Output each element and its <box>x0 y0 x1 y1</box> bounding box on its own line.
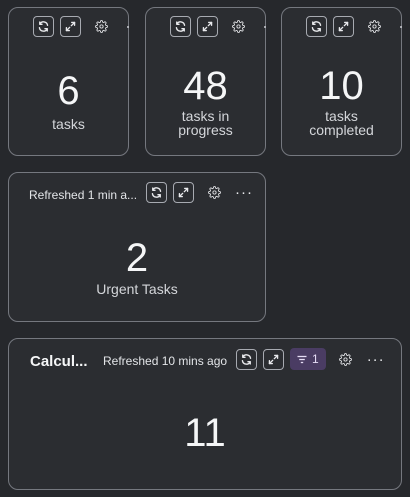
refresh-button[interactable] <box>236 348 257 370</box>
card-toolbar: ··· <box>146 182 254 203</box>
gear-icon <box>207 186 221 199</box>
refresh-status: Refreshed 10 mins ago <box>103 354 228 368</box>
expand-icon <box>202 21 213 32</box>
metric-value: 48 <box>183 64 228 108</box>
card-toolbar <box>170 16 248 37</box>
expand-button[interactable] <box>197 16 218 37</box>
filter-icon <box>297 355 307 363</box>
refresh-icon <box>241 353 252 365</box>
metric-value: 2 <box>125 236 149 280</box>
card-title: Calcul... <box>30 353 88 370</box>
metric-card-urgent: Refreshed 1 min a... ··· 2 Urgent Tasks <box>8 172 266 322</box>
card-toolbar <box>33 16 111 37</box>
refresh-icon <box>175 21 186 32</box>
gear-icon <box>231 20 245 33</box>
expand-button[interactable] <box>60 16 81 37</box>
expand-icon <box>178 187 189 198</box>
gear-icon <box>367 20 381 33</box>
card-toolbar: 1 ··· <box>236 348 386 370</box>
metric-label: Urgent Tasks <box>96 281 178 297</box>
more-options-indicator[interactable] <box>264 26 266 28</box>
gear-icon <box>94 20 108 33</box>
filter-button[interactable]: 1 <box>290 348 326 370</box>
metric-value: 10 <box>319 64 364 108</box>
card-toolbar <box>306 16 384 37</box>
settings-button[interactable] <box>204 183 224 203</box>
metric-card-completed: 10 tasks completed <box>281 7 402 156</box>
refresh-button[interactable] <box>146 182 167 203</box>
expand-icon <box>65 21 76 32</box>
expand-button[interactable] <box>333 16 354 37</box>
settings-button[interactable] <box>336 349 356 369</box>
refresh-icon <box>311 21 322 32</box>
expand-icon <box>268 354 279 364</box>
metric-card-tasks: 6 tasks <box>8 7 129 156</box>
expand-button[interactable] <box>263 348 284 370</box>
settings-button[interactable] <box>364 17 384 37</box>
more-options-indicator[interactable] <box>127 26 129 28</box>
refresh-icon <box>151 187 162 198</box>
settings-button[interactable] <box>228 17 248 37</box>
refresh-status: Refreshed 1 min a... <box>29 188 138 202</box>
metric-value: 6 <box>57 69 80 113</box>
metric-card-in-progress: 48 tasks in progress <box>145 7 266 156</box>
refresh-button[interactable] <box>170 16 191 37</box>
more-horizontal-icon[interactable]: ··· <box>234 183 254 203</box>
metric-value: 11 <box>184 411 226 455</box>
refresh-icon <box>38 21 49 32</box>
metric-label: tasks in progress <box>178 108 233 138</box>
metric-label: tasks completed <box>309 108 374 138</box>
more-options-indicator[interactable] <box>400 26 402 28</box>
expand-button[interactable] <box>173 182 194 203</box>
settings-button[interactable] <box>91 17 111 37</box>
more-horizontal-icon[interactable]: ··· <box>366 349 386 369</box>
gear-icon <box>339 352 353 366</box>
metric-card-calculated: Calcul... Refreshed 10 mins ago 1 ··· 11 <box>8 338 402 490</box>
filter-count: 1 <box>312 352 319 366</box>
refresh-button[interactable] <box>33 16 54 37</box>
metric-label: tasks <box>52 116 85 132</box>
expand-icon <box>338 21 349 32</box>
refresh-button[interactable] <box>306 16 327 37</box>
